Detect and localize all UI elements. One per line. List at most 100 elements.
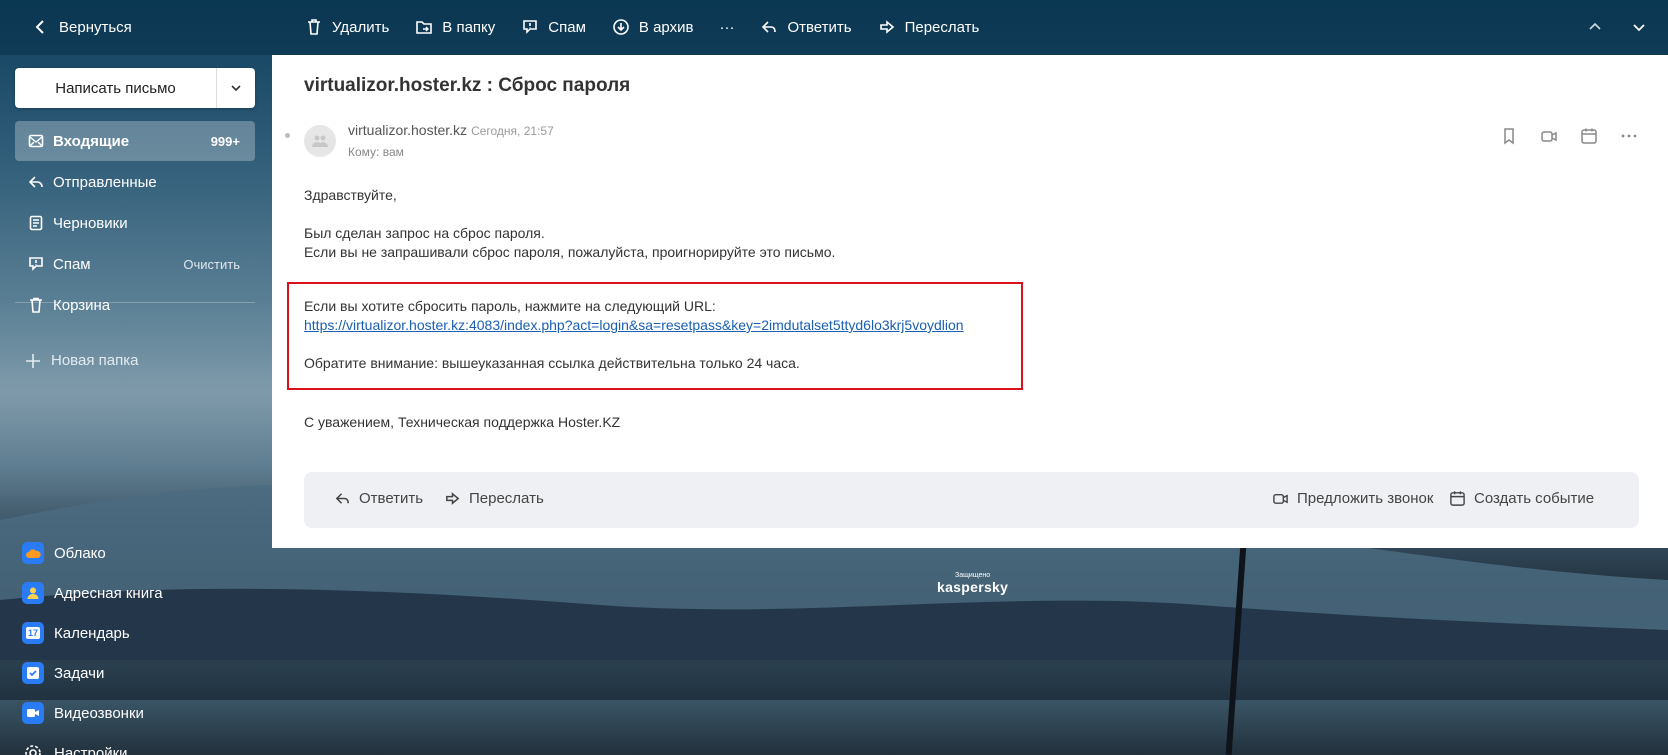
forward-button[interactable]: Переслать — [878, 18, 979, 36]
app-calendar[interactable]: 17 Календарь — [22, 613, 163, 653]
message-date: Сегодня, 21:57 — [471, 124, 554, 138]
message-actions: Удалить В папку Спам В архив ··· Ответит… — [305, 18, 979, 36]
quick-forward-button[interactable]: Переслать — [444, 490, 544, 507]
user-group-icon — [312, 135, 328, 147]
sidebar-item-label: Входящие — [53, 132, 130, 150]
cloud-icon — [22, 542, 44, 564]
protected-label: Защищено — [955, 572, 991, 579]
message-navigation — [1586, 18, 1648, 36]
apps-list: Облако Адресная книга 17 Календарь Задач… — [22, 533, 163, 755]
reset-password-link[interactable]: https://virtualizor.hoster.kz:4083/index… — [304, 317, 964, 333]
sidebar-item-inbox[interactable]: Входящие 999+ — [15, 121, 255, 161]
create-event-button[interactable]: Создать событие — [1449, 490, 1594, 507]
message-subject: virtualizor.hoster.kz : Сброс пароля — [304, 75, 631, 96]
app-cloud[interactable]: Облако — [22, 533, 163, 573]
chevron-up-icon[interactable] — [1586, 18, 1604, 36]
sent-icon — [27, 173, 45, 191]
app-video-calls[interactable]: Видеозвонки — [22, 693, 163, 733]
video-call-icon[interactable] — [1540, 127, 1558, 145]
sidebar-item-trash[interactable]: Корзина — [15, 285, 255, 325]
delete-button[interactable]: Удалить — [305, 18, 389, 36]
video-call-icon — [1273, 494, 1288, 504]
kaspersky-badge: Защищено kaspersky — [937, 572, 1008, 595]
reply-icon — [762, 21, 777, 33]
spam-icon — [523, 20, 538, 34]
reply-label: Ответить — [787, 18, 852, 36]
spam-button[interactable]: Спам — [521, 18, 586, 36]
calendar-icon[interactable] — [1580, 127, 1598, 145]
compose-button-group: Написать письмо — [15, 68, 255, 108]
body-line-2: Если вы не запрашивали сброс пароля, пож… — [304, 244, 836, 260]
sidebar-item-drafts[interactable]: Черновики — [15, 203, 255, 243]
drafts-icon — [27, 214, 45, 232]
sidebar-item-label: Черновики — [53, 214, 128, 232]
unread-count-badge: 999+ — [210, 133, 240, 149]
body-line-1: Был сделан запрос на сброс пароля. — [304, 225, 545, 241]
archive-button[interactable]: В архив — [612, 18, 694, 36]
bookmark-icon[interactable] — [1500, 127, 1518, 145]
sidebar-item-label: Спам — [53, 255, 91, 273]
chevron-left-icon — [35, 20, 44, 34]
kaspersky-logo: kaspersky — [937, 579, 1009, 595]
sidebar-item-label: Корзина — [53, 296, 111, 314]
more-button[interactable]: ··· — [719, 19, 734, 36]
more-icon[interactable] — [1620, 127, 1638, 145]
compose-button[interactable]: Написать письмо — [15, 68, 216, 108]
reply-button[interactable]: Ответить — [760, 18, 852, 36]
move-to-folder-button[interactable]: В папку — [415, 18, 495, 36]
body-line-3: Если вы хотите сбросить пароль, нажмите … — [304, 298, 716, 314]
sender-name[interactable]: virtualizor.hoster.kz — [348, 122, 467, 138]
read-status-dot[interactable] — [285, 133, 290, 138]
forward-icon — [879, 20, 894, 34]
settings-icon — [22, 742, 44, 755]
tasks-icon — [22, 662, 44, 684]
sidebar-item-label: Отправленные — [53, 173, 157, 191]
suggest-call-button[interactable]: Предложить звонок — [1272, 490, 1433, 507]
avatar[interactable] — [304, 125, 336, 157]
app-label: Задачи — [54, 664, 105, 682]
move-to-folder-label: В папку — [442, 18, 496, 36]
calendar-icon: 17 — [22, 622, 44, 644]
app-label: Настройки — [54, 744, 128, 755]
sender-line: virtualizor.hoster.kz Сегодня, 21:57 — [348, 122, 554, 138]
top-toolbar: Вернуться Удалить В папку Спам В архив ·… — [0, 0, 1668, 55]
signature-text: С уважением, Техническая поддержка Hoste… — [304, 414, 621, 430]
spam-icon — [27, 255, 45, 273]
create-event-label: Создать событие — [1474, 490, 1595, 507]
compose-options-button[interactable] — [216, 68, 255, 108]
calendar-icon — [1450, 491, 1465, 506]
quick-reply-button[interactable]: Ответить — [334, 490, 423, 507]
chevron-down-icon[interactable] — [1630, 18, 1648, 36]
video-icon — [22, 702, 44, 724]
spam-label: Спам — [548, 18, 586, 36]
app-contacts[interactable]: Адресная книга — [22, 573, 163, 613]
reply-icon — [335, 493, 349, 504]
app-label: Облако — [54, 544, 106, 562]
greeting-text: Здравствуйте, — [304, 187, 397, 203]
folder-move-icon — [416, 21, 433, 34]
sidebar-divider — [15, 302, 255, 303]
back-button[interactable]: Вернуться — [32, 18, 132, 36]
plus-icon — [26, 353, 40, 368]
app-settings[interactable]: Настройки — [22, 733, 163, 755]
sidebar-item-sent[interactable]: Отправленные — [15, 162, 255, 202]
folder-list: Входящие 999+ Отправленные Черновики Спа… — [15, 121, 255, 326]
new-folder-label: Новая папка — [51, 352, 139, 369]
delete-label: Удалить — [332, 18, 390, 36]
quick-actions-bar: Ответить Переслать Предложить звонок Соз… — [304, 472, 1639, 528]
archive-label: В архив — [638, 18, 694, 36]
message-header-tools — [1500, 127, 1638, 145]
forward-icon — [446, 492, 460, 505]
inbox-icon — [27, 132, 45, 150]
notice-text: Обратите внимание: вышеуказанная ссылка … — [304, 355, 800, 371]
message-panel: virtualizor.hoster.kz : Сброс пароля vir… — [272, 55, 1668, 548]
app-label: Видеозвонки — [54, 704, 144, 722]
archive-icon — [613, 19, 629, 35]
suggest-call-label: Предложить звонок — [1297, 490, 1434, 507]
sidebar-item-spam[interactable]: Спам Очистить — [15, 244, 255, 284]
clear-spam-button[interactable]: Очистить — [183, 257, 240, 272]
app-tasks[interactable]: Задачи — [22, 653, 163, 693]
new-folder-button[interactable]: Новая папка — [25, 352, 138, 369]
chevron-down-icon — [231, 85, 241, 92]
calendar-day: 17 — [25, 627, 40, 639]
